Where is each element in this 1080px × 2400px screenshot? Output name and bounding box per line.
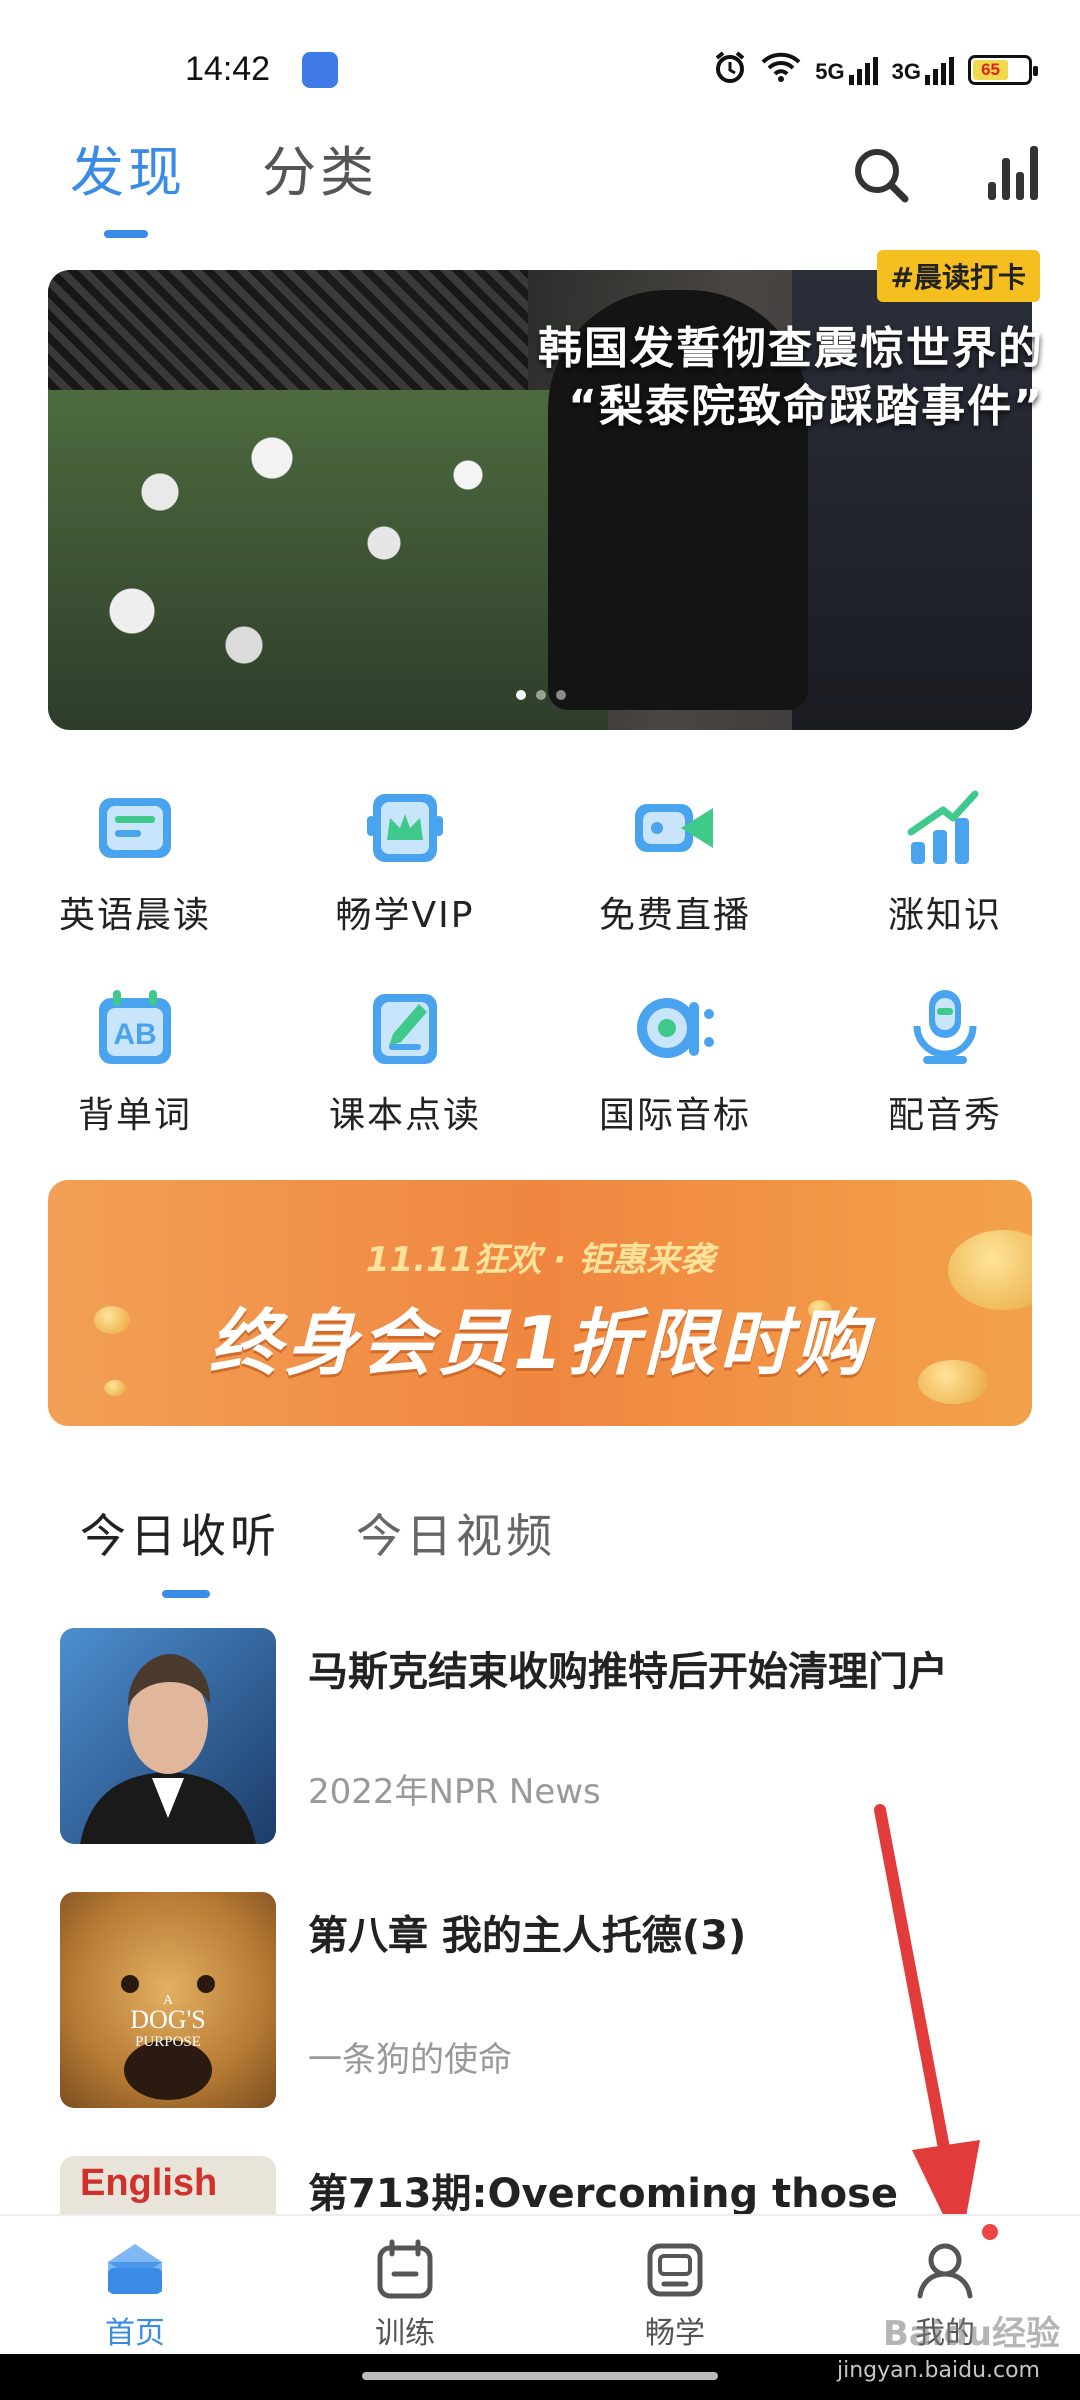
svg-text:AB: AB bbox=[113, 1018, 156, 1051]
alarm-icon bbox=[713, 50, 747, 90]
banner-headline-2: “梨泰院致命踩踏事件” bbox=[568, 381, 1044, 432]
grid-item-label: 涨知识 bbox=[887, 895, 1002, 936]
signal-3g: 3G bbox=[892, 55, 954, 85]
grid-item-live[interactable]: 免费直播 bbox=[540, 786, 810, 938]
android-notification-icon bbox=[302, 52, 338, 88]
grid-item-dubbing[interactable]: 配音秀 bbox=[810, 986, 1080, 1138]
grid-item-label: 英语晨读 bbox=[58, 895, 211, 936]
notification-dot bbox=[982, 2224, 998, 2240]
phonetic-a-icon bbox=[633, 986, 717, 1070]
nav-label: 训练 bbox=[375, 2316, 435, 2351]
section-tab-indicator bbox=[162, 1590, 210, 1598]
nav-home[interactable]: 首页 bbox=[0, 2216, 270, 2354]
banner-headline-1: 韩国发誓彻查震惊世界的 bbox=[538, 323, 1044, 374]
item-subtitle: 2022年NPR News bbox=[308, 1772, 601, 1812]
grid-item-textbook[interactable]: 课本点读 bbox=[270, 986, 540, 1138]
tab-category[interactable]: 分类 bbox=[262, 128, 378, 207]
watermark-url: jingyan.baidu.com bbox=[836, 2358, 1040, 2383]
signal-5g: 5G bbox=[815, 55, 878, 85]
tv-icon bbox=[644, 2238, 706, 2300]
nav-label: 畅学 bbox=[645, 2316, 705, 2351]
item-thumbnail: English bbox=[60, 2156, 276, 2216]
grid-item-label: 背单词 bbox=[77, 1095, 192, 1136]
page-dot bbox=[556, 690, 566, 700]
nav-changxue[interactable]: 畅学 bbox=[540, 2216, 810, 2354]
grid-item-label: 配音秀 bbox=[887, 1095, 1002, 1136]
item-subtitle: 一条狗的使命 bbox=[308, 2040, 512, 2080]
signal-bars-icon bbox=[925, 55, 954, 85]
ranking-chart-icon[interactable] bbox=[984, 140, 1042, 202]
dog-image: A DOG'S PURPOSE bbox=[121, 1975, 215, 2100]
grid-item-label: 国际音标 bbox=[598, 1095, 751, 1136]
item-thumbnail bbox=[60, 1628, 276, 1844]
banner-tag: #晨读打卡 bbox=[876, 250, 1040, 302]
battery-icon: 65 bbox=[968, 55, 1038, 85]
search-icon[interactable] bbox=[852, 146, 910, 204]
crown-icon bbox=[363, 786, 447, 870]
news-card-icon bbox=[93, 786, 177, 870]
tab-today-video[interactable]: 今日视频 bbox=[356, 1500, 556, 1566]
grid-item-vip[interactable]: 畅学VIP bbox=[270, 786, 540, 938]
grid-item-label: 课本点读 bbox=[328, 1095, 481, 1136]
nav-label: 首页 bbox=[105, 2316, 165, 2351]
calendar-icon bbox=[374, 2238, 436, 2300]
video-camera-icon bbox=[633, 786, 717, 870]
grid-item-label: 免费直播 bbox=[598, 895, 751, 936]
portrait-image bbox=[80, 1654, 256, 1844]
page-dot bbox=[516, 690, 526, 700]
grid-item-label: 畅学VIP bbox=[335, 895, 475, 936]
tab-today-listening[interactable]: 今日收听 bbox=[80, 1500, 280, 1566]
banner-pagination bbox=[516, 690, 566, 700]
promo-subtitle: 11.11狂欢 · 钜惠来袭 bbox=[365, 1240, 715, 1280]
item-thumbnail: A DOG'S PURPOSE bbox=[60, 1892, 276, 2108]
page-dot bbox=[536, 690, 546, 700]
grid-item-phonetics[interactable]: 国际音标 bbox=[540, 986, 810, 1138]
grid-item-morning-reading[interactable]: 英语晨读 bbox=[0, 786, 270, 938]
bar-chart-up-icon bbox=[903, 786, 987, 870]
watermark-brand: Baidu经验 bbox=[882, 2314, 1060, 2354]
status-time: 14:42 bbox=[185, 50, 271, 88]
nav-training[interactable]: 训练 bbox=[270, 2216, 540, 2354]
dog-title-3: PURPOSE bbox=[135, 2034, 201, 2050]
promo-title: 终身会员1折限时购 bbox=[208, 1301, 872, 1385]
item-title: 马斯克结束收购推特后开始清理门户 bbox=[308, 1649, 948, 1695]
network-3g-label: 3G bbox=[891, 59, 921, 84]
wifi-icon bbox=[761, 51, 801, 89]
banner-photo-fence bbox=[48, 270, 528, 410]
tab-indicator bbox=[104, 230, 148, 238]
book-pen-icon bbox=[363, 986, 447, 1070]
grid-item-knowledge[interactable]: 涨知识 bbox=[810, 786, 1080, 938]
tab-discover[interactable]: 发现 bbox=[70, 128, 186, 207]
signal-bars-icon bbox=[848, 55, 878, 85]
status-icons: 5G 3G 65 bbox=[713, 50, 1038, 90]
dog-title-2: DOG'S bbox=[130, 2005, 205, 2034]
network-5g-label: 5G bbox=[815, 59, 845, 84]
microphone-icon bbox=[903, 986, 987, 1070]
ab-calendar-icon: AB bbox=[93, 986, 177, 1070]
annotation-arrow bbox=[874, 1804, 980, 2250]
battery-level: 65 bbox=[973, 60, 1009, 80]
user-icon bbox=[914, 2238, 976, 2300]
grid-item-vocabulary[interactable]: AB 背单词 bbox=[0, 986, 270, 1138]
home-indicator[interactable] bbox=[362, 2372, 718, 2380]
english-thumb-text: English bbox=[80, 2162, 218, 2204]
banner-photo-flowers bbox=[48, 390, 608, 730]
home-envelope-icon bbox=[104, 2238, 166, 2300]
